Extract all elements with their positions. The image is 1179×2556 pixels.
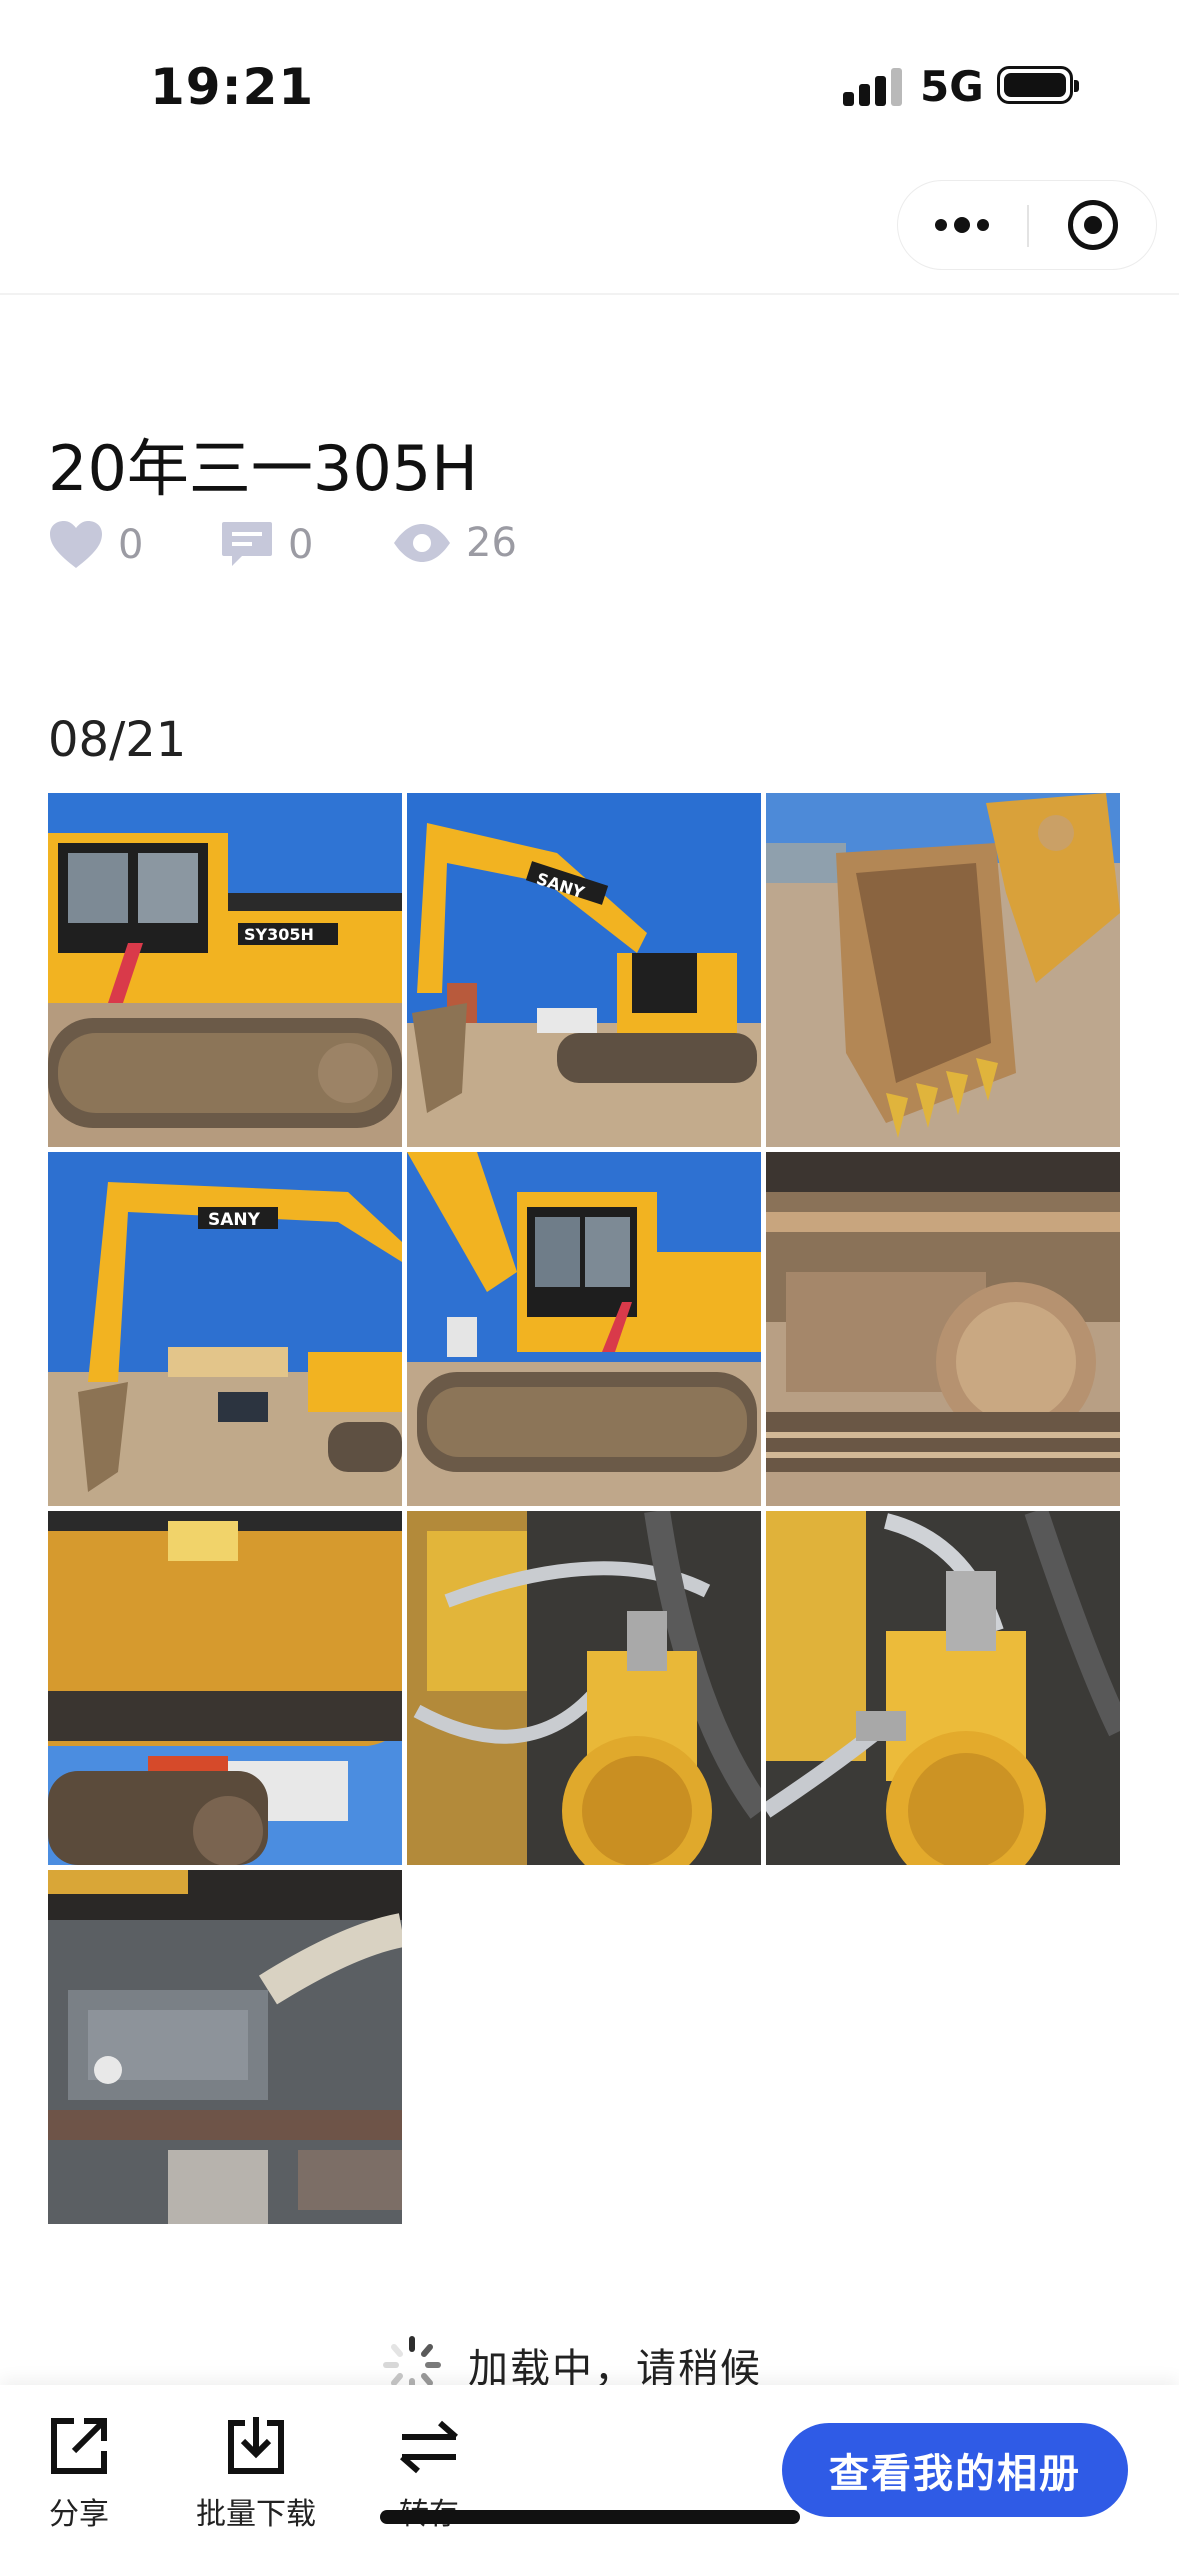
- album-title: 20年三一305H: [48, 432, 478, 505]
- photo-excavator-boom: SANY: [48, 1152, 402, 1506]
- comment-icon: [222, 522, 272, 566]
- photo-thumbnail-6[interactable]: [766, 1152, 1120, 1506]
- photo-thumbnail-5[interactable]: [407, 1152, 761, 1506]
- more-dots-icon[interactable]: [898, 181, 1026, 269]
- photo-thumbnail-7[interactable]: [48, 1511, 402, 1865]
- photo-bucket-teeth: [766, 793, 1120, 1147]
- heart-icon: [50, 521, 102, 568]
- share-icon: [51, 2418, 107, 2474]
- home-indicator: [380, 2510, 800, 2524]
- view-stat: 26: [392, 520, 517, 566]
- download-icon: [228, 2417, 284, 2474]
- share-button[interactable]: 分享: [46, 2413, 112, 2533]
- photo-thumbnail-2[interactable]: SANY: [407, 793, 761, 1147]
- photo-excavator-arm: SANY: [407, 793, 761, 1147]
- view-count: 26: [466, 520, 517, 566]
- photo-engine-compartment: [48, 1870, 402, 2224]
- photo-thumbnail-4[interactable]: SANY: [48, 1152, 402, 1506]
- signal-icon: [843, 66, 903, 106]
- photo-excavator-cab-front: [407, 1152, 761, 1506]
- photo-thumbnail-8[interactable]: [407, 1511, 761, 1865]
- batch-download-button[interactable]: 批量下载: [196, 2413, 316, 2533]
- status-time: 19:21: [150, 58, 315, 116]
- download-label: 批量下载: [196, 2497, 316, 2532]
- like-stat[interactable]: 0: [48, 520, 143, 570]
- photo-thumbnail-9[interactable]: [766, 1511, 1120, 1865]
- photo-thumbnail-1[interactable]: SY305H: [48, 793, 402, 1147]
- battery-icon: [997, 66, 1079, 104]
- view-my-album-button[interactable]: 查看我的相册: [782, 2423, 1128, 2517]
- close-target-icon[interactable]: [1029, 181, 1157, 269]
- section-date: 08/21: [48, 712, 187, 768]
- comment-stat[interactable]: 0: [220, 520, 313, 570]
- photo-label: SY305H: [244, 925, 314, 944]
- status-bar: 19:21 5G: [0, 0, 1179, 160]
- miniprogram-capsule: [897, 180, 1157, 270]
- transfer-icon: [400, 2420, 458, 2474]
- nav-divider: [0, 293, 1179, 295]
- comment-count: 0: [288, 522, 314, 568]
- like-count: 0: [118, 522, 144, 568]
- photo-label: SANY: [208, 1210, 261, 1230]
- photo-thumbnail-3[interactable]: [766, 793, 1120, 1147]
- photo-swing-motor-closeup: [766, 1511, 1120, 1865]
- photo-track-undercarriage: [766, 1152, 1120, 1506]
- photo-excavator-cab-side: SY305H: [48, 793, 402, 1147]
- photo-counterweight: [48, 1511, 402, 1865]
- photo-thumbnail-10[interactable]: [48, 1870, 402, 2224]
- photo-swing-motor-hoses: [407, 1511, 761, 1865]
- share-label: 分享: [49, 2497, 109, 2532]
- bottom-toolbar: 分享 批量下载 转存 查看我的相册: [0, 2385, 1179, 2556]
- network-type: 5G: [920, 62, 984, 111]
- eye-icon: [394, 524, 450, 562]
